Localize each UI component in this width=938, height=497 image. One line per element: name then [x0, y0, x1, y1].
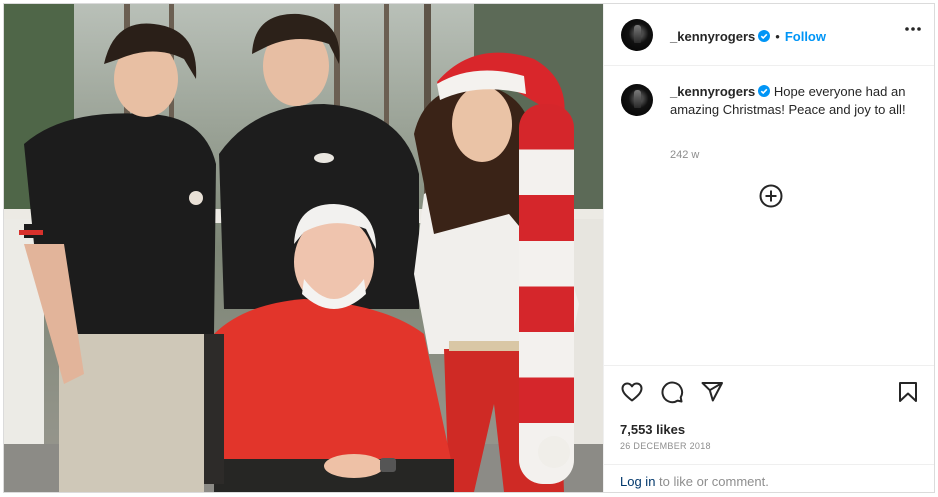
bookmark-icon[interactable]: [896, 380, 920, 404]
header-user-row: _kennyrogers • Follow: [670, 28, 826, 46]
more-options-icon[interactable]: [904, 26, 922, 32]
add-comment-plus-icon[interactable]: [759, 184, 783, 208]
likes-count[interactable]: 7,553 likes: [620, 422, 685, 437]
post-age[interactable]: 242 w: [670, 149, 699, 161]
avatar[interactable]: [621, 19, 653, 51]
login-footer: Log in to like or comment.: [604, 464, 934, 492]
comment-icon[interactable]: [660, 380, 684, 404]
caption-avatar[interactable]: [621, 84, 653, 116]
post-date: 26 DECEMBER 2018: [620, 441, 711, 451]
instagram-post-embed: _kennyrogers • Follow _kennyrogers Hope ev…: [3, 3, 935, 493]
heart-icon[interactable]: [620, 380, 644, 404]
verified-badge-icon: [758, 85, 771, 97]
login-prompt-text: to like or comment.: [655, 474, 769, 489]
caption-text-block: _kennyrogers Hope everyone had an amazin…: [670, 83, 910, 119]
username-link[interactable]: _kennyrogers: [670, 29, 755, 44]
caption-username-link[interactable]: _kennyrogers: [670, 84, 755, 99]
share-icon[interactable]: [700, 380, 724, 404]
follow-button[interactable]: Follow: [785, 29, 826, 44]
post-photo[interactable]: [4, 4, 603, 492]
post-actions: 7,553 likes 26 DECEMBER 2018: [604, 365, 934, 465]
verified-badge-icon: [758, 30, 771, 42]
post-header: _kennyrogers • Follow: [604, 4, 934, 66]
post-side-panel: _kennyrogers • Follow _kennyrogers Hope ev…: [603, 4, 934, 492]
separator-dot: •: [775, 29, 780, 44]
family-christmas-photo: [4, 4, 603, 492]
login-link[interactable]: Log in: [620, 474, 655, 489]
